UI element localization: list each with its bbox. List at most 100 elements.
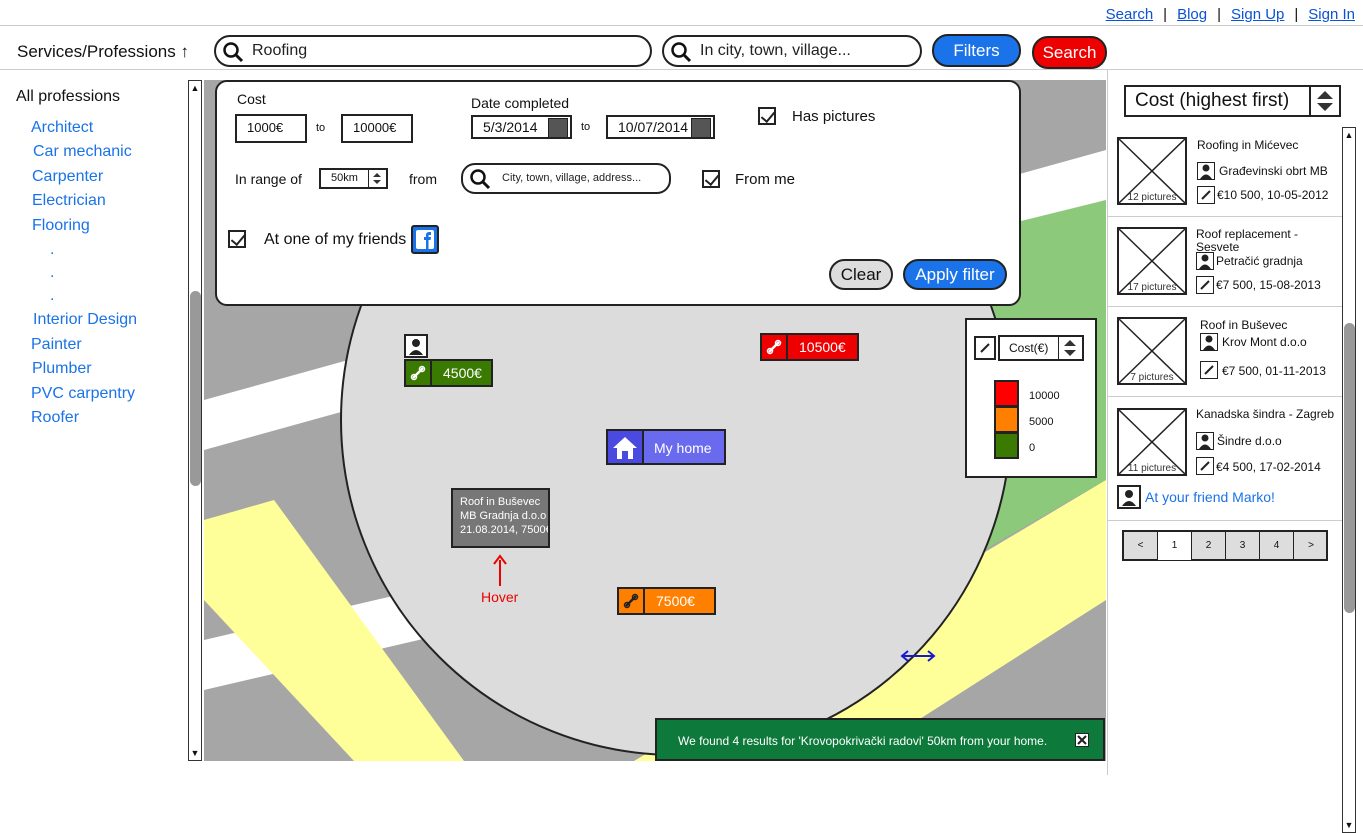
sidebar-item-plumber[interactable]: Plumber — [32, 360, 92, 378]
picture-count: 12 pictures — [1127, 192, 1177, 203]
range-input[interactable]: 50km — [319, 168, 388, 189]
sidebar-item-interior-design[interactable]: Interior Design — [33, 311, 137, 329]
legend-swatch-mid — [994, 406, 1019, 433]
date-from-input[interactable]: 5/3/2014 — [471, 115, 572, 139]
sidebar-item-architect[interactable]: Architect — [31, 119, 93, 137]
sidebar-item-roofer[interactable]: Roofer — [31, 409, 79, 427]
result-item[interactable]: 17 pictures Roof replacement - Sesvete P… — [1108, 217, 1344, 307]
friend-note[interactable]: At your friend Marko! — [1145, 489, 1275, 505]
scroll-down-arrow-icon[interactable]: ▼ — [189, 747, 201, 759]
page-4[interactable]: 4 — [1260, 532, 1294, 560]
from-me-checkbox[interactable] — [702, 170, 720, 188]
scroll-up-arrow-icon[interactable]: ▲ — [1343, 129, 1355, 141]
blog-link[interactable]: Blog — [1177, 6, 1207, 23]
results-toast: We found 4 results for 'Krovopokrivački … — [655, 718, 1105, 761]
link-icon — [762, 335, 788, 359]
scroll-up-arrow-icon[interactable]: ▲ — [189, 82, 201, 94]
sidebar-item-pvc-carpentry[interactable]: PVC carpentry — [31, 385, 135, 403]
scrollbar-thumb[interactable] — [190, 291, 201, 486]
from-me-label: From me — [735, 171, 795, 188]
date-to-value: 10/07/2014 — [618, 119, 689, 135]
separator: | — [1163, 6, 1168, 23]
result-title: Roofing in Mićevec — [1197, 138, 1299, 152]
result-title: Roof in Buševec — [1200, 318, 1288, 332]
all-professions[interactable]: All professions — [16, 88, 120, 106]
result-thumbnail[interactable]: 12 pictures — [1117, 137, 1187, 205]
page-prev[interactable]: < — [1124, 532, 1158, 560]
sidebar-scrollbar[interactable]: ▲ ▼ — [188, 80, 202, 761]
clear-button[interactable]: Clear — [829, 259, 893, 290]
hover-annotation: Hover — [481, 589, 519, 605]
cost-from-input[interactable]: 1000€ — [235, 114, 307, 143]
marker-price: 10500€ — [799, 339, 846, 355]
result-company: Krov Mont d.o.o — [1222, 335, 1307, 349]
result-item[interactable]: 7 pictures Roof in Buševec Krov Mont d.o… — [1108, 307, 1344, 397]
search-link[interactable]: Search — [1106, 6, 1154, 23]
from-location-input[interactable]: City, town, village, address... — [461, 163, 671, 194]
result-company: Petračić gradnja — [1216, 254, 1303, 268]
legend-metric-select[interactable]: Cost(€) — [998, 335, 1084, 361]
facebook-icon[interactable] — [411, 225, 439, 254]
select-spinner-icon[interactable] — [1058, 337, 1082, 359]
result-item[interactable]: 11 pictures Kanadska šindra - Zagreb Šin… — [1108, 397, 1344, 521]
result-thumbnail[interactable]: 17 pictures — [1117, 227, 1187, 295]
user-icon — [1196, 252, 1214, 270]
page-next[interactable]: > — [1294, 532, 1328, 560]
has-pictures-checkbox[interactable] — [758, 107, 776, 125]
sidebar-item-carpenter[interactable]: Carpenter — [32, 168, 103, 186]
result-company: Šindre d.o.o — [1217, 434, 1282, 448]
user-icon — [1117, 485, 1141, 509]
toast-message: We found 4 results for 'Krovopokrivački … — [678, 734, 1048, 748]
from-location-placeholder: City, town, village, address... — [502, 172, 642, 184]
spinner-icon[interactable] — [368, 170, 386, 187]
sort-label: Cost (highest first) — [1135, 90, 1290, 111]
result-detail: €7 500, 15-08-2013 — [1216, 278, 1321, 292]
link-icon — [1196, 276, 1214, 294]
result-thumbnail[interactable]: 7 pictures — [1117, 317, 1187, 385]
calendar-icon[interactable] — [691, 118, 711, 138]
page-1[interactable]: 1 — [1158, 532, 1192, 560]
page-3[interactable]: 3 — [1226, 532, 1260, 560]
sidebar-ellipsis: . — [50, 264, 55, 281]
results-scrollbar[interactable]: ▲ ▼ — [1342, 127, 1356, 833]
sidebar-item-flooring[interactable]: Flooring — [32, 217, 90, 235]
cost-label: Cost — [237, 91, 266, 107]
scroll-down-arrow-icon[interactable]: ▼ — [1343, 819, 1355, 831]
my-home-marker[interactable]: My home — [606, 429, 726, 465]
calendar-icon[interactable] — [548, 118, 568, 138]
user-icon[interactable] — [404, 334, 428, 358]
sort-select[interactable]: Cost (highest first) — [1124, 85, 1341, 117]
search-button[interactable]: Search — [1032, 36, 1107, 69]
date-to-input[interactable]: 10/07/2014 — [606, 115, 715, 139]
map-marker-red[interactable]: 10500€ — [760, 333, 859, 361]
sidebar-item-electrician[interactable]: Electrician — [32, 192, 106, 210]
scrollbar-thumb[interactable] — [1344, 323, 1355, 613]
page-2[interactable]: 2 — [1192, 532, 1226, 560]
location-search-input[interactable]: In city, town, village... — [662, 35, 922, 67]
tooltip-company: MB Gradnja d.o.o — [460, 510, 547, 522]
filters-button[interactable]: Filters — [932, 34, 1021, 67]
profession-search-input[interactable]: Roofing — [214, 35, 652, 67]
result-thumbnail[interactable]: 11 pictures — [1117, 408, 1187, 476]
at-friends-checkbox[interactable] — [228, 230, 246, 248]
close-icon[interactable] — [1075, 733, 1089, 747]
sign-in-link[interactable]: Sign In — [1308, 6, 1355, 23]
marker-price: 7500€ — [656, 593, 695, 609]
filter-panel: Cost 1000€ to 10000€ Date completed 5/3/… — [215, 80, 1021, 306]
cost-to-input[interactable]: 10000€ — [341, 114, 413, 143]
legend-value-low: 0 — [1029, 442, 1036, 454]
date-completed-label: Date completed — [471, 95, 570, 111]
sign-up-link[interactable]: Sign Up — [1231, 6, 1284, 23]
picture-count: 11 pictures — [1127, 463, 1177, 474]
result-item[interactable]: 12 pictures Roofing in Mićevec Građevins… — [1108, 127, 1344, 217]
map-marker-orange[interactable]: 7500€ — [617, 587, 716, 615]
select-spinner-icon[interactable] — [1309, 87, 1339, 115]
sidebar-item-painter[interactable]: Painter — [31, 336, 82, 354]
sidebar-item-car-mechanic[interactable]: Car mechanic — [33, 143, 132, 161]
services-professions-toggle[interactable]: Services/Professions ↑ — [17, 42, 189, 62]
apply-filter-button[interactable]: Apply filter — [903, 259, 1007, 290]
cost-to-label: to — [316, 122, 326, 134]
resize-horizontal-icon[interactable] — [900, 648, 936, 664]
at-friends-label: At one of my friends — [264, 231, 407, 248]
map-marker-green[interactable]: 4500€ — [404, 359, 493, 387]
